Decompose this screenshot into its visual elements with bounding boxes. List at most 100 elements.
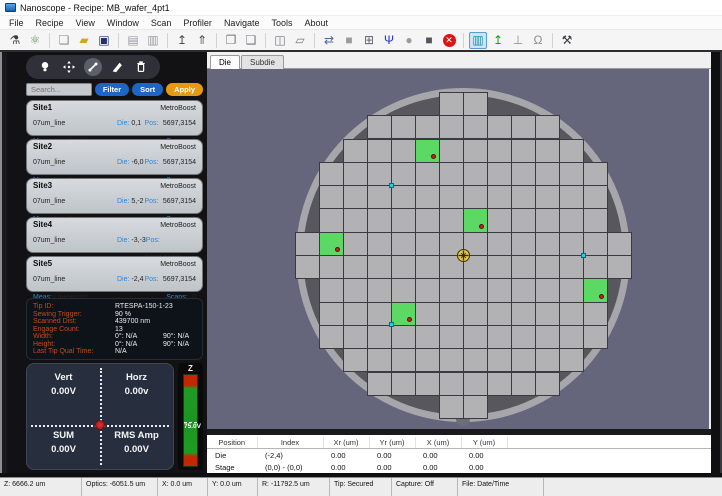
site-card-site1[interactable]: Site1MetroBoost07um_lineDie: 0,1Pos: 569… [26, 100, 203, 136]
die-cell[interactable] [463, 115, 488, 139]
gray-square-icon[interactable]: ■ [340, 32, 358, 49]
die-cell[interactable] [511, 302, 536, 326]
sort-button[interactable]: Sort [132, 83, 163, 96]
die-cell[interactable] [415, 372, 440, 396]
die-cell[interactable] [559, 325, 584, 349]
window-small-icon[interactable]: ❑ [242, 32, 260, 49]
die-cell[interactable] [559, 255, 584, 279]
stage-engage-icon[interactable]: ↥ [489, 32, 507, 49]
die-cell[interactable] [391, 325, 416, 349]
site-die[interactable] [319, 232, 344, 256]
die-cell[interactable] [415, 325, 440, 349]
die-cell[interactable] [487, 302, 512, 326]
stage-up-icon[interactable]: ⇑ [193, 32, 211, 49]
die-cell[interactable] [535, 162, 560, 186]
site-die[interactable] [391, 302, 416, 326]
die-cell[interactable] [559, 348, 584, 372]
die-cell[interactable] [511, 255, 536, 279]
die-cell[interactable] [463, 325, 488, 349]
die-cell[interactable] [343, 162, 368, 186]
die-cell[interactable] [511, 139, 536, 163]
die-cell[interactable] [391, 278, 416, 302]
engage-probes-icon[interactable]: ⚛ [26, 32, 44, 49]
die-cell[interactable] [487, 348, 512, 372]
die-cell[interactable] [583, 185, 608, 209]
die-cell[interactable] [559, 139, 584, 163]
site-die[interactable] [463, 208, 488, 232]
die-cell[interactable] [487, 115, 512, 139]
die-cell[interactable] [391, 162, 416, 186]
die-cell[interactable] [415, 278, 440, 302]
die-cell[interactable] [343, 278, 368, 302]
die-cell[interactable] [559, 162, 584, 186]
trash-icon[interactable] [132, 58, 150, 76]
dark-square-icon[interactable]: ■ [420, 32, 438, 49]
die-cell[interactable] [319, 185, 344, 209]
filter-button[interactable]: Filter [95, 83, 129, 96]
die-cell[interactable] [535, 348, 560, 372]
site-card-site4[interactable]: Site4MetroBoost07um_lineDie: -3,-3Pos: 5… [26, 217, 203, 253]
die-cell[interactable] [439, 348, 464, 372]
scan-area-icon[interactable]: ▱ [291, 32, 309, 49]
die-cell[interactable] [439, 185, 464, 209]
die-cell[interactable] [391, 139, 416, 163]
menu-tools[interactable]: Tools [265, 18, 298, 28]
die-cell[interactable] [487, 372, 512, 396]
die-cell[interactable] [415, 232, 440, 256]
die-cell[interactable] [391, 348, 416, 372]
die-cell[interactable] [487, 208, 512, 232]
microscope-icon[interactable]: ⚗ [6, 32, 24, 49]
die-cell[interactable] [487, 255, 512, 279]
die-cell[interactable] [439, 325, 464, 349]
die-cell[interactable] [415, 115, 440, 139]
menu-about[interactable]: About [298, 18, 334, 28]
die-cell[interactable] [367, 139, 392, 163]
die-cell[interactable] [439, 302, 464, 326]
die-cell[interactable] [319, 302, 344, 326]
apply-button[interactable]: Apply [166, 83, 203, 96]
site-card-site2[interactable]: Site2MetroBoost07um_lineDie: -6,0Pos: 56… [26, 139, 203, 175]
tip-stand-icon[interactable]: ⊥ [509, 32, 527, 49]
print-preview-icon[interactable]: ▥ [144, 32, 162, 49]
die-cell[interactable] [535, 302, 560, 326]
die-cell[interactable] [295, 232, 320, 256]
window-new-icon[interactable]: ❐ [222, 32, 240, 49]
die-cell[interactable] [463, 372, 488, 396]
die-cell[interactable] [343, 325, 368, 349]
die-cell[interactable] [319, 325, 344, 349]
die-cell[interactable] [583, 232, 608, 256]
wafer-view-icon[interactable]: ▥ [469, 32, 487, 49]
die-cell[interactable] [487, 278, 512, 302]
bulb-icon[interactable] [36, 58, 54, 76]
site-card-site3[interactable]: Site3MetroBoost07um_lineDie: 5,-2Pos: 56… [26, 178, 203, 214]
die-cell[interactable] [511, 162, 536, 186]
die-cell[interactable] [535, 115, 560, 139]
die-cell[interactable] [415, 255, 440, 279]
die-cell[interactable] [535, 372, 560, 396]
die-cell[interactable] [343, 185, 368, 209]
stage-icon[interactable]: Ω [529, 32, 547, 49]
die-cell[interactable] [511, 325, 536, 349]
video-frame-icon[interactable]: ◫ [271, 32, 289, 49]
die-cell[interactable] [487, 325, 512, 349]
die-cell[interactable] [487, 162, 512, 186]
die-cell[interactable] [535, 255, 560, 279]
die-cell[interactable] [439, 115, 464, 139]
die-cell[interactable] [343, 348, 368, 372]
die-cell[interactable] [439, 395, 464, 419]
menu-profiler[interactable]: Profiler [177, 18, 218, 28]
die-cell[interactable] [343, 232, 368, 256]
site-die[interactable] [415, 139, 440, 163]
die-cell[interactable] [391, 208, 416, 232]
die-cell[interactable] [559, 278, 584, 302]
die-cell[interactable] [343, 139, 368, 163]
die-cell[interactable] [535, 185, 560, 209]
die-cell[interactable] [535, 325, 560, 349]
die-cell[interactable] [367, 278, 392, 302]
die-cell[interactable] [439, 278, 464, 302]
die-cell[interactable] [559, 302, 584, 326]
site-card-site5[interactable]: Site5MetroBoost07um_lineDie: -2,4Pos: 56… [26, 256, 203, 292]
menu-navigate[interactable]: Navigate [218, 18, 266, 28]
menu-view[interactable]: View [70, 18, 101, 28]
die-cell[interactable] [391, 255, 416, 279]
